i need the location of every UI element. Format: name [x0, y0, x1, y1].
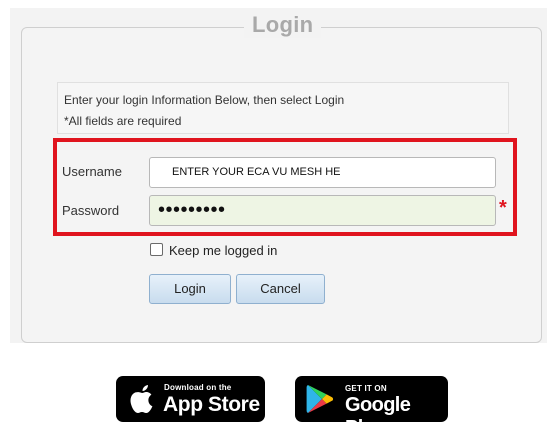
username-input[interactable]: ENTER YOUR ECA VU MESH HE — [149, 157, 496, 188]
google-play-small-text: GET IT ON — [345, 384, 387, 393]
password-label: Password — [62, 203, 120, 218]
login-title: Login — [244, 12, 322, 38]
required-note: *All fields are required — [64, 114, 182, 128]
instructions-text: Enter your login Information Below, then… — [64, 93, 345, 107]
login-page: Login Enter your login Information Below… — [0, 0, 549, 439]
required-asterisk: * — [499, 197, 507, 219]
login-button[interactable]: Login — [149, 274, 231, 304]
keep-logged-in-label[interactable]: Keep me logged in — [169, 243, 277, 258]
apple-icon — [130, 385, 153, 413]
google-play-badge[interactable]: GET IT ON Google Play — [295, 376, 448, 439]
password-input[interactable]: ••••••••• — [149, 195, 496, 226]
app-store-small-text: Download on the — [164, 383, 232, 392]
google-play-icon — [306, 385, 334, 413]
username-label: Username — [62, 164, 122, 179]
keep-logged-in-checkbox[interactable] — [150, 243, 163, 256]
cancel-button[interactable]: Cancel — [236, 274, 325, 304]
app-store-big-text: App Store — [163, 393, 260, 416]
google-play-big-text: Google Play — [345, 394, 411, 439]
app-store-badge[interactable]: Download on the App Store — [116, 376, 265, 422]
